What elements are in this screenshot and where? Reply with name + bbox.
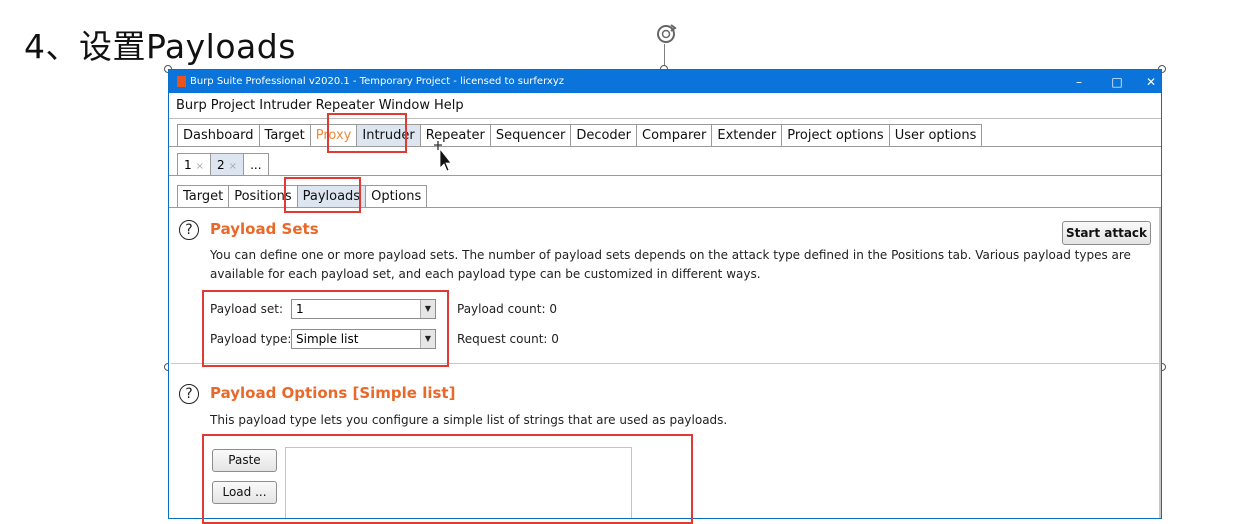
slide-heading: 4、设置Payloads [24,27,296,66]
tab-comparer[interactable]: Comparer [636,124,713,146]
attack-tab-new[interactable]: ... [243,153,269,175]
payload-sets-description-1: You can define one or more payload sets.… [210,248,1131,262]
tab-project-options[interactable]: Project options [781,124,890,146]
subtab-options[interactable]: Options [365,185,428,207]
attack-tab-bar: 1 × 2 × ... [169,147,1161,176]
tab-extender[interactable]: Extender [711,124,783,146]
highlight-payloads-tab [284,177,361,213]
close-tab-icon[interactable]: × [196,161,204,172]
window-title: Burp Suite Professional v2020.1 - Tempor… [190,76,565,87]
menu-intruder[interactable]: Intruder [259,98,311,113]
tab-repeater[interactable]: Repeater [419,124,491,146]
help-icon[interactable]: ? [179,384,199,404]
tab-user-options[interactable]: User options [888,124,983,146]
menu-repeater[interactable]: Repeater [316,98,375,113]
menu-window[interactable]: Window [379,98,430,113]
menu-help[interactable]: Help [434,98,464,113]
minimize-button[interactable]: – [1061,70,1097,93]
main-tab-bar: Dashboard Target Proxy Intruder Repeater… [169,118,1161,147]
close-tab-icon[interactable]: × [229,161,237,172]
close-button[interactable]: ✕ [1133,70,1161,93]
attack-tab-1[interactable]: 1 × [177,153,212,175]
payload-sets-title: Payload Sets [210,220,319,238]
scrollbar[interactable] [1159,208,1161,518]
menu-project[interactable]: Project [211,98,255,113]
payload-options-description: This payload type lets you configure a s… [210,413,728,427]
highlight-payload-set-type [202,290,449,367]
payload-sets-description-2: available for each payload set, and each… [210,267,761,281]
payload-options-title: Payload Options [Simple list] [210,384,456,402]
subtab-target[interactable]: Target [177,185,230,207]
attack-tab-2[interactable]: 2 × [210,153,245,175]
maximize-button[interactable]: □ [1099,70,1135,93]
tab-dashboard[interactable]: Dashboard [177,124,260,146]
payload-count: Payload count: 0 [457,302,557,316]
menu-burp[interactable]: Burp [176,98,207,113]
help-icon[interactable]: ? [179,220,199,240]
start-attack-button[interactable]: Start attack [1062,221,1151,245]
rotate-handle-icon[interactable] [654,22,678,46]
burp-logo-icon [177,76,186,87]
tab-sequencer[interactable]: Sequencer [489,124,572,146]
tab-target[interactable]: Target [258,124,311,146]
move-cursor-icon [434,141,452,172]
highlight-paste-load [202,434,693,524]
tab-decoder[interactable]: Decoder [570,124,638,146]
highlight-intruder-tab [327,113,407,153]
request-count: Request count: 0 [457,332,559,346]
title-bar: Burp Suite Professional v2020.1 - Tempor… [169,70,1161,93]
menu-bar: Burp Project Intruder Repeater Window He… [169,93,1161,118]
